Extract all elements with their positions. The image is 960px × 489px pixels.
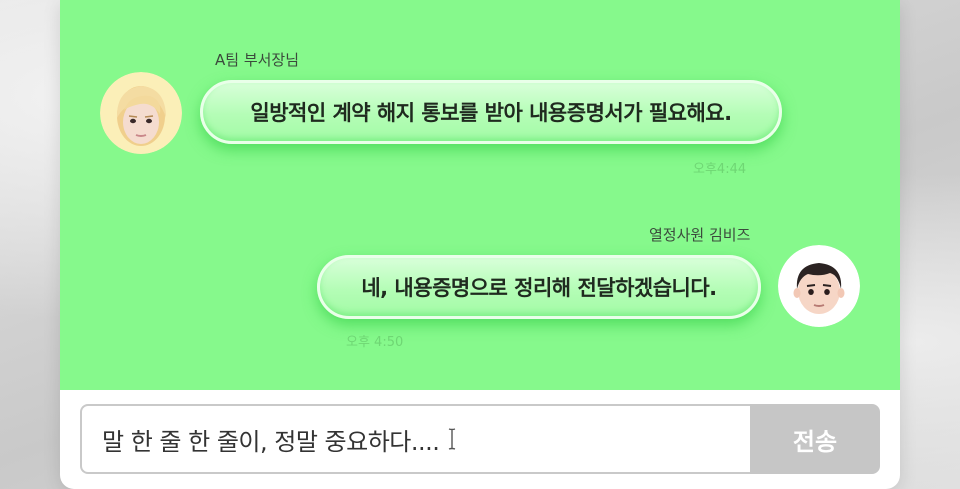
sender-name-boss: A팀 부서장님 — [215, 51, 300, 69]
message-list: A팀 부서장님 일방적인 계약 해지 통보를 받아 내용증명서가 필요해요. 오… — [60, 0, 900, 390]
message-composer: 말 한 줄 한 줄이, 정말 중요하다.... 전송 — [80, 404, 880, 474]
text-cursor-icon — [447, 427, 457, 451]
send-button-label: 전송 — [792, 427, 838, 456]
boy-avatar-icon — [778, 245, 860, 327]
message-input[interactable]: 말 한 줄 한 줄이, 정말 중요하다.... — [80, 404, 750, 474]
blonde-woman-avatar-icon — [100, 72, 182, 154]
avatar-kimbiz[interactable] — [778, 245, 860, 327]
avatar-boss[interactable] — [100, 72, 182, 154]
message-time-kimbiz: 오후 4:50 — [346, 335, 404, 350]
message-text-boss: 일방적인 계약 해지 통보를 받아 내용증명서가 필요해요. — [250, 101, 732, 125]
sender-name-kimbiz: 열정사원 김비즈 — [649, 226, 751, 244]
message-time-boss: 오후4:44 — [693, 162, 747, 177]
send-button[interactable]: 전송 — [750, 404, 880, 474]
message-bubble-boss[interactable]: 일방적인 계약 해지 통보를 받아 내용증명서가 필요해요. — [200, 80, 782, 144]
message-text-kimbiz: 네, 내용증명으로 정리해 전달하겠습니다. — [361, 276, 717, 300]
chat-window: A팀 부서장님 일방적인 계약 해지 통보를 받아 내용증명서가 필요해요. 오… — [60, 0, 900, 489]
message-bubble-kimbiz[interactable]: 네, 내용증명으로 정리해 전달하겠습니다. — [317, 255, 761, 319]
message-input-value: 말 한 줄 한 줄이, 정말 중요하다.... — [102, 427, 440, 456]
